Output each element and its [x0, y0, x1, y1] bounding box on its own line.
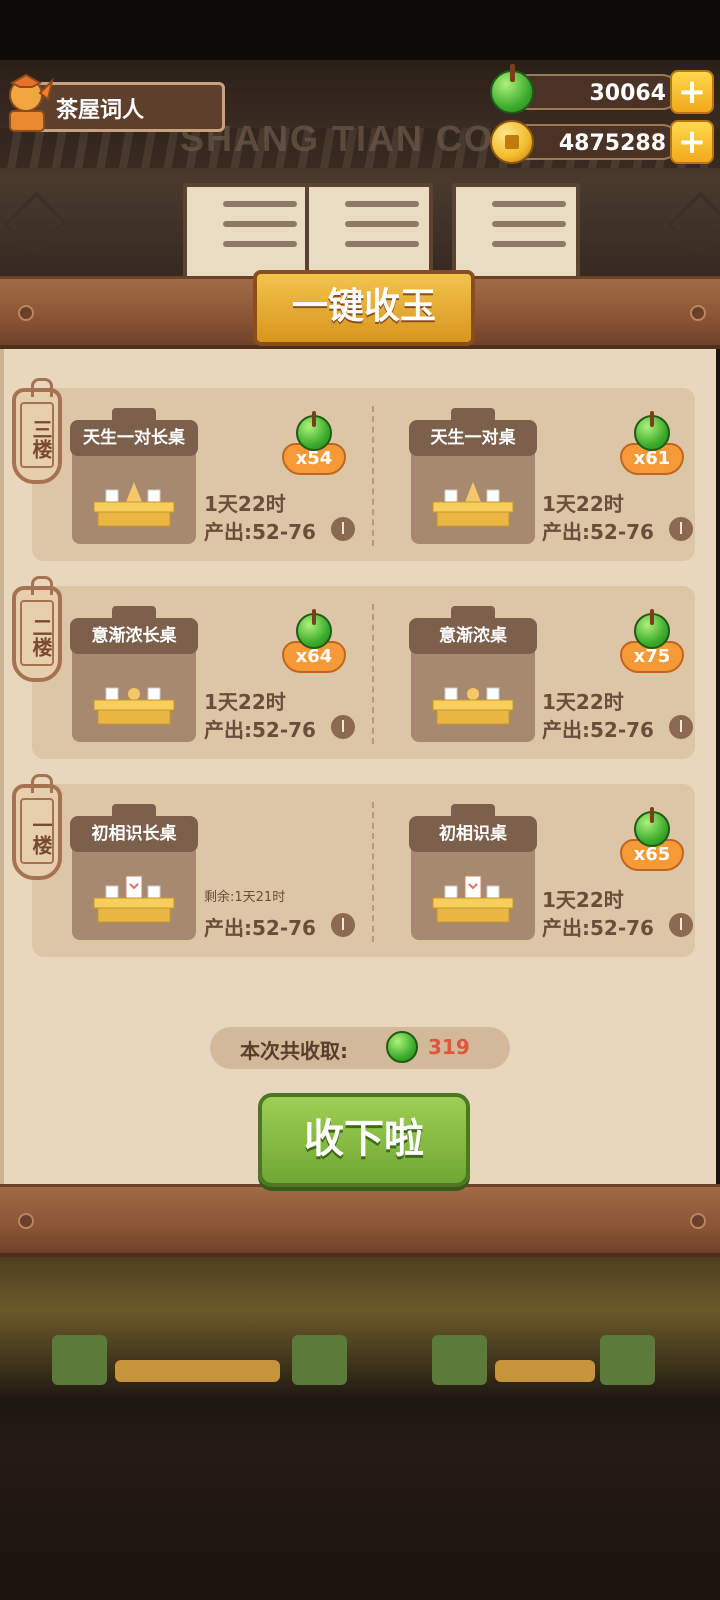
total-collected: 本次共收取: 319 — [210, 1027, 510, 1069]
table-icon — [432, 482, 514, 527]
table-name: 初相识长桌 — [70, 816, 198, 852]
bench-icon — [115, 1360, 280, 1382]
total-value: 319 — [428, 1035, 470, 1059]
armchair-icon — [52, 1335, 107, 1385]
coffee-bean-icon — [669, 517, 693, 541]
coin-amount: 4875288 — [558, 131, 666, 156]
table-icon — [432, 875, 514, 923]
table-icon — [93, 687, 175, 725]
table-name: 意渐浓长桌 — [70, 618, 198, 654]
table-card[interactable]: 初相识桌 — [409, 804, 537, 940]
jade-badge: x61 — [620, 411, 684, 483]
table-output: 产出:52-76 — [204, 718, 316, 742]
jade-resource: 30064 + — [490, 64, 714, 114]
table-output: 产出:52-76 — [204, 520, 316, 544]
total-label: 本次共收取: — [240, 1039, 348, 1063]
table-time: 1天22时 — [204, 690, 286, 714]
jade-icon — [386, 1031, 418, 1063]
table-output: 产出:52-76 — [542, 520, 654, 544]
panel-bottom-plank — [0, 1184, 720, 1257]
coffee-bean-icon — [331, 913, 355, 937]
table-card[interactable]: 意渐浓长桌 — [70, 606, 198, 742]
jade-badge: x75 — [620, 609, 684, 681]
table-icon — [93, 482, 175, 527]
table-time: 1天22时 — [542, 888, 624, 912]
table-card[interactable]: 天生一对桌 — [409, 408, 537, 544]
jade-amount: 30064 — [589, 81, 666, 106]
table-remaining: 剩余:1天21时 — [204, 890, 286, 905]
cafe-sign: SHANG TIAN COF — [180, 118, 518, 159]
floor-tag: 三楼 — [12, 378, 62, 484]
table-name: 天生一对桌 — [409, 420, 537, 456]
collect-button[interactable]: 收下啦 — [258, 1093, 470, 1187]
add-jade-button[interactable]: + — [670, 70, 714, 114]
player-name: 茶屋词人 — [56, 98, 145, 123]
table-card[interactable]: 初相识长桌 — [70, 804, 198, 940]
table-output: 产出:52-76 — [204, 916, 316, 940]
coin-resource: 4875288 + — [490, 120, 714, 164]
jade-badge: x65 — [620, 807, 684, 879]
jade-badge: x54 — [282, 411, 346, 483]
bench-icon — [495, 1360, 595, 1382]
floor-tag: 一楼 — [12, 774, 62, 880]
table-name: 初相识桌 — [409, 816, 537, 852]
coffee-bean-icon — [669, 715, 693, 739]
coin-icon — [488, 118, 536, 166]
avatar-icon[interactable] — [4, 73, 54, 135]
jade-icon — [488, 64, 536, 116]
panel-title: 一键收玉 — [253, 270, 475, 346]
table-icon — [93, 875, 175, 923]
table-output: 产出:52-76 — [542, 718, 654, 742]
floor-tag: 二楼 — [12, 576, 62, 682]
table-icon — [432, 687, 514, 725]
add-coin-button[interactable]: + — [670, 120, 714, 164]
jade-badge: x64 — [282, 609, 346, 681]
armchair-icon — [292, 1335, 347, 1385]
table-name: 意渐浓桌 — [409, 618, 537, 654]
table-card[interactable]: 意渐浓桌 — [409, 606, 537, 742]
coffee-bean-icon — [331, 715, 355, 739]
table-time: 1天22时 — [542, 492, 624, 516]
armchair-icon — [432, 1335, 487, 1385]
table-output: 产出:52-76 — [542, 916, 654, 940]
table-time: 1天22时 — [204, 492, 286, 516]
coffee-bean-icon — [331, 517, 355, 541]
cafe-background-bottom — [0, 1250, 720, 1600]
table-card[interactable]: 天生一对长桌 — [70, 408, 198, 544]
coffee-bean-icon — [669, 913, 693, 937]
armchair-icon — [600, 1335, 655, 1385]
table-name: 天生一对长桌 — [70, 420, 198, 456]
table-time: 1天22时 — [542, 690, 624, 714]
